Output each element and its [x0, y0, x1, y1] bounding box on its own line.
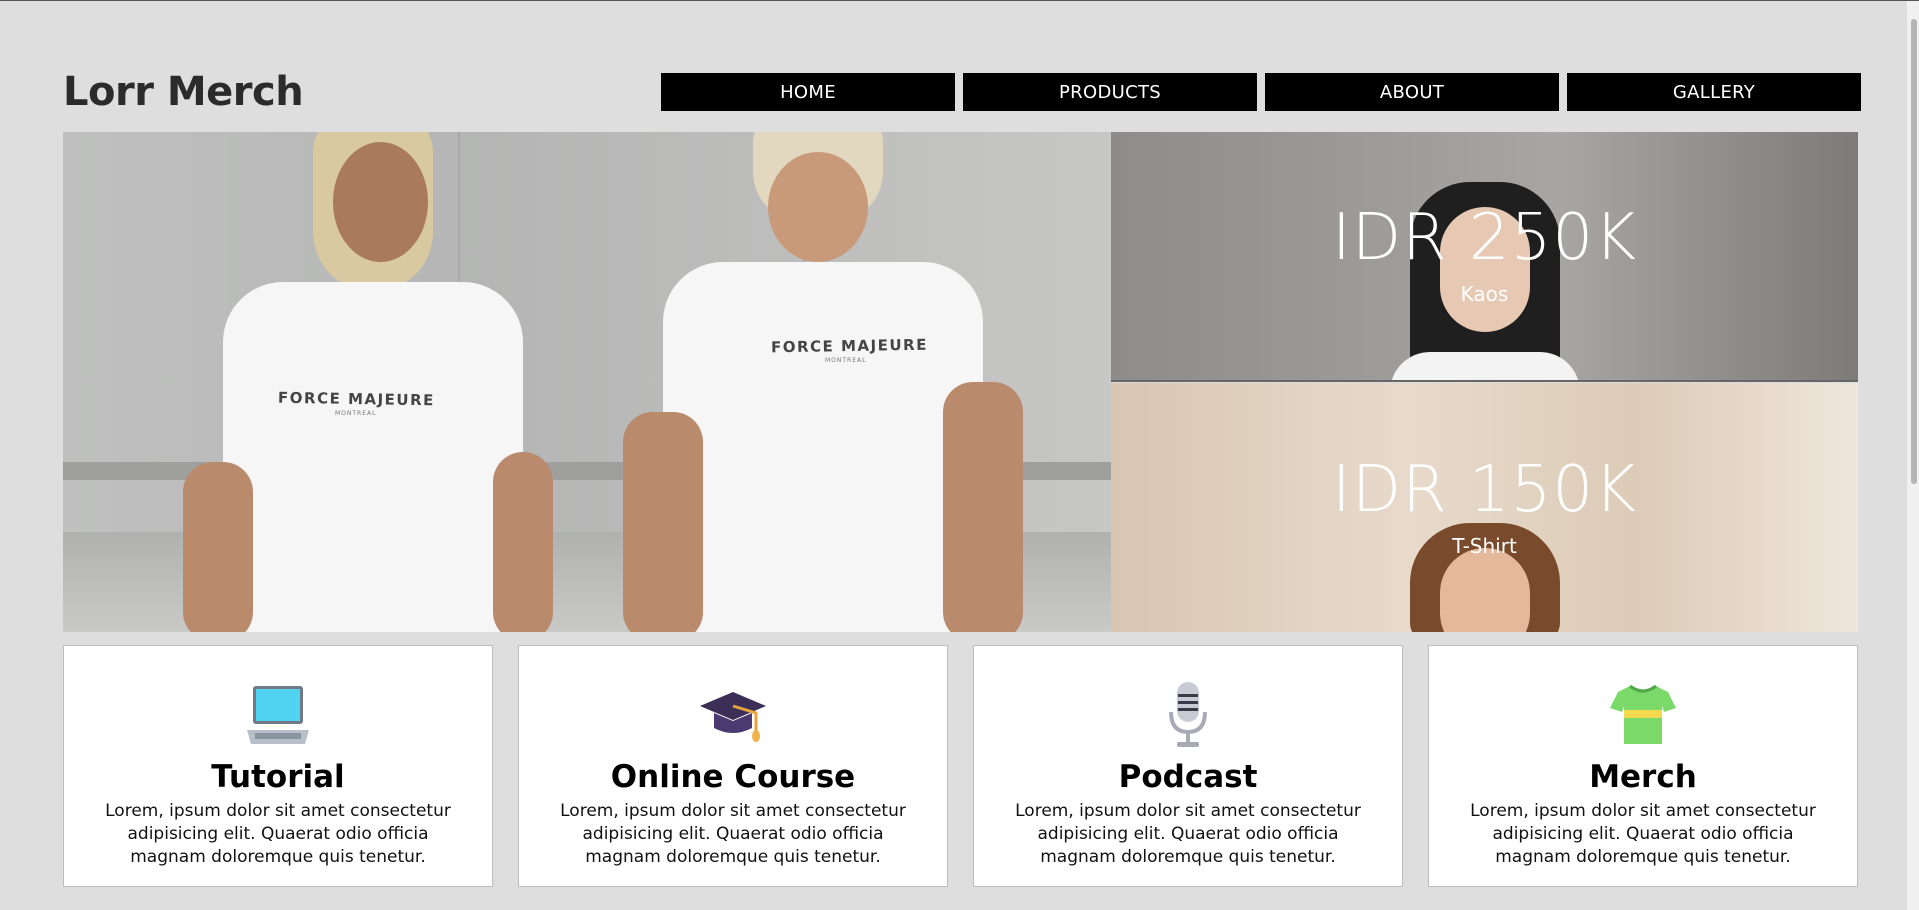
promo-tshirt[interactable]: IDR 150K T-Shirt — [1111, 383, 1858, 632]
feature-cards: Tutorial Lorem, ipsum dolor sit amet con… — [63, 645, 1858, 887]
card-tutorial[interactable]: Tutorial Lorem, ipsum dolor sit amet con… — [63, 645, 493, 887]
site-header: Lorr Merch HOME PRODUCTS ABOUT GALLERY — [63, 67, 1861, 117]
tshirt-icon — [1608, 680, 1678, 750]
card-text: Lorem, ipsum dolor sit amet consectetur … — [1470, 801, 1816, 868]
site-logo[interactable]: Lorr Merch — [63, 69, 304, 115]
hero-shirt-sub-left: MONTREAL — [335, 410, 377, 417]
card-text: Lorem, ipsum dolor sit amet consectetur … — [105, 801, 451, 868]
card-title: Merch — [1589, 759, 1697, 795]
hero-shirt-print-left: FORCE MAJEURE — [277, 388, 436, 410]
card-title: Podcast — [1118, 759, 1258, 795]
nav-products[interactable]: PRODUCTS — [963, 73, 1257, 111]
card-text: Lorem, ipsum dolor sit amet consectetur … — [560, 801, 906, 868]
hero-section: FORCE MAJEURE MONTREAL FORCE MAJEURE MON… — [63, 132, 1858, 632]
promo-price: IDR 250K — [1331, 201, 1638, 275]
main-nav: HOME PRODUCTS ABOUT GALLERY — [661, 73, 1861, 111]
hero-shirt-sub-right: MONTREAL — [825, 357, 867, 364]
hero-image: FORCE MAJEURE MONTREAL FORCE MAJEURE MON… — [63, 132, 1111, 632]
page-scrollbar[interactable] — [1907, 1, 1919, 910]
scrollbar-thumb[interactable] — [1911, 19, 1917, 484]
promo-kaos[interactable]: IDR 250K Kaos — [1111, 132, 1858, 382]
graduation-cap-icon — [698, 680, 768, 750]
nav-gallery[interactable]: GALLERY — [1567, 73, 1861, 111]
card-merch[interactable]: Merch Lorem, ipsum dolor sit amet consec… — [1428, 645, 1858, 887]
laptop-icon — [243, 680, 313, 750]
microphone-icon — [1153, 680, 1223, 750]
nav-home[interactable]: HOME — [661, 73, 955, 111]
nav-about[interactable]: ABOUT — [1265, 73, 1559, 111]
hero-shirt-print-right: FORCE MAJEURE — [770, 335, 929, 357]
promo-label: Kaos — [1460, 282, 1509, 306]
promo-price: IDR 150K — [1331, 452, 1638, 527]
card-podcast[interactable]: Podcast Lorem, ipsum dolor sit amet cons… — [973, 645, 1403, 887]
promo-label: T-Shirt — [1452, 533, 1517, 558]
card-title: Online Course — [610, 759, 856, 795]
card-title: Tutorial — [211, 759, 345, 795]
card-online-course[interactable]: Online Course Lorem, ipsum dolor sit ame… — [518, 645, 948, 887]
card-text: Lorem, ipsum dolor sit amet consectetur … — [1015, 801, 1361, 868]
